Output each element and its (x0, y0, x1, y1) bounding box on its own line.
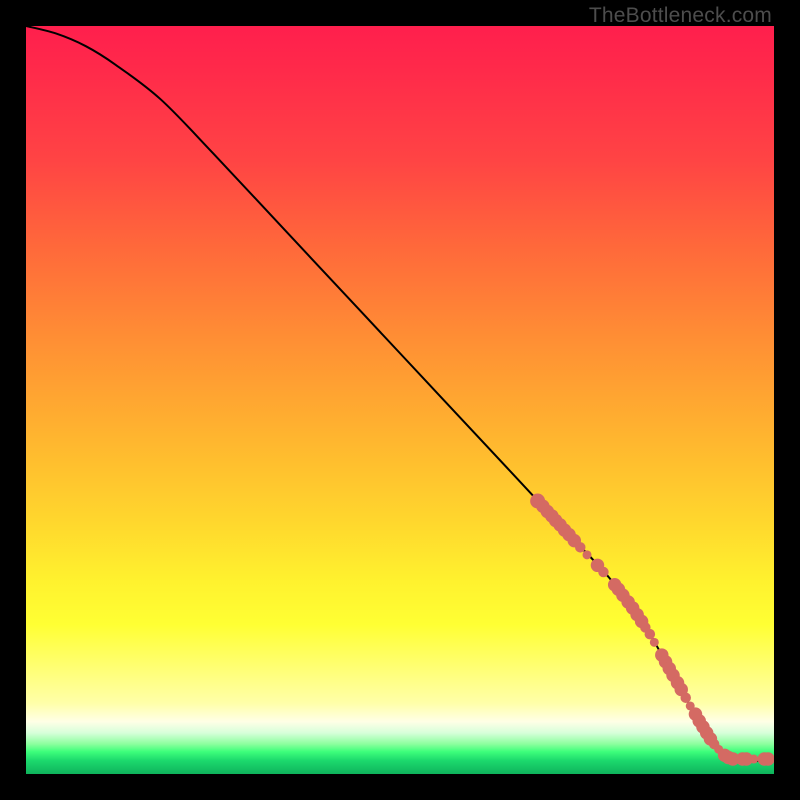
curve-marker (598, 567, 608, 577)
watermark-text: TheBottleneck.com (589, 4, 772, 28)
chart-area (26, 26, 774, 774)
curve-marker (650, 638, 659, 647)
curve-marker (681, 692, 691, 702)
curve-marker (645, 629, 655, 639)
curve-marker (583, 550, 592, 559)
curve-marker (575, 542, 585, 552)
curve-marker (749, 755, 758, 764)
chart-svg (26, 26, 774, 774)
curve-markers (530, 494, 774, 766)
